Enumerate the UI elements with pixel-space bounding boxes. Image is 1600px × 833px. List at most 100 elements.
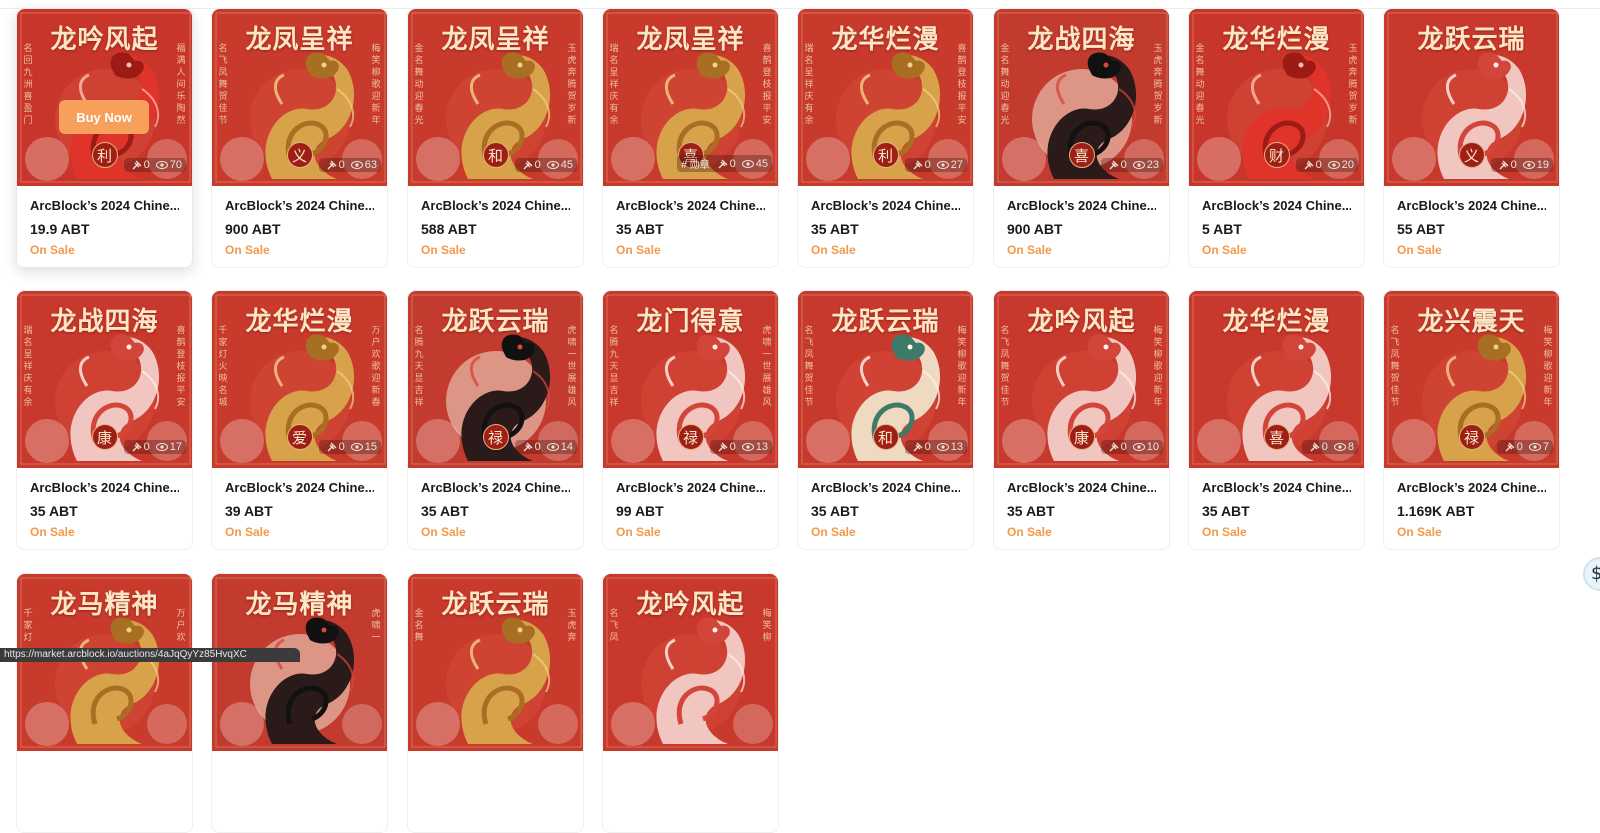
product-thumbnail[interactable]: 龙吟风起 名飞凤 梅笑柳 — [603, 574, 778, 751]
product-name[interactable]: ArcBlock’s 2024 Chine... — [1397, 480, 1546, 495]
product-card[interactable]: 龙跃云瑞 义 0 19 ArcBlock’s 2024 Chine... 55 … — [1383, 8, 1560, 268]
product-name[interactable]: ArcBlock’s 2024 Chine... — [30, 480, 179, 495]
floating-widget[interactable]: $ — [1583, 557, 1600, 591]
product-card[interactable]: 龙马精神 虎啸一 — [211, 573, 388, 833]
product-name[interactable]: ArcBlock’s 2024 Chine... — [1202, 480, 1351, 495]
like-stat[interactable]: 0 — [1304, 159, 1322, 171]
product-thumbnail[interactable]: 龙凤呈祥 金名舞动迎春光 玉虎奔腾贺岁新和 0 45 — [408, 9, 583, 186]
hammer-icon — [718, 159, 728, 168]
product-price: 588 ABT — [421, 221, 477, 237]
product-card[interactable]: 龙门得意 名腾九天显吉祥 虎啸一世展雄风禄 0 13 ArcBlock’s 20… — [602, 290, 779, 550]
product-thumbnail[interactable]: 龙华烂漫 喜 0 8 — [1189, 291, 1364, 468]
like-stat[interactable]: 0 — [1505, 441, 1523, 453]
eye-icon — [546, 443, 559, 451]
product-name[interactable]: ArcBlock’s 2024 Chine... — [30, 198, 179, 213]
fortune-seal: 禄 — [677, 424, 704, 450]
product-thumbnail[interactable]: 龙战四海 金名舞动迎春光 玉虎奔腾贺岁新喜 0 23 — [994, 9, 1169, 186]
product-card[interactable]: 龙吟风起 名回九洲喜盈门 福满人间乐陶然利 0 70 Buy Now ArcBl… — [16, 8, 193, 268]
like-count: 0 — [338, 159, 345, 171]
product-name[interactable]: ArcBlock’s 2024 Chine... — [1397, 198, 1546, 213]
artwork-title: 龙吟风起 — [1027, 307, 1136, 337]
like-stat[interactable]: 0 — [327, 159, 345, 171]
product-thumbnail[interactable]: 龙吟风起 名回九洲喜盈门 福满人间乐陶然利 0 70 Buy Now — [17, 9, 192, 186]
eye-icon — [155, 443, 168, 451]
like-count: 0 — [1315, 159, 1322, 171]
like-stat[interactable]: 0 — [1310, 441, 1328, 453]
like-stat[interactable]: 0 — [1499, 159, 1517, 171]
product-card[interactable]: 龙吟风起 名飞凤舞贺佳节 梅笑柳歌迎新年康 0 10 ArcBlock’s 20… — [993, 290, 1170, 550]
like-stat[interactable]: 0 — [913, 159, 931, 171]
artwork-left-couplet: 金名舞 — [414, 609, 424, 643]
product-card[interactable]: 龙兴震天 名飞凤舞贺佳节 梅笑柳歌迎新年禄 0 7 ArcBlock’s 202… — [1383, 290, 1560, 550]
product-thumbnail[interactable]: 龙跃云瑞 义 0 19 — [1384, 9, 1559, 186]
product-card[interactable]: 龙华烂漫 瑞名呈祥庆有余 喜鹊登枝报平安利 0 27 ArcBlock’s 20… — [797, 8, 974, 268]
product-card[interactable]: 龙战四海 金名舞动迎春光 玉虎奔腾贺岁新喜 0 23 ArcBlock’s 20… — [993, 8, 1170, 268]
product-card[interactable]: 龙华烂漫 金名舞动迎春光 玉虎奔腾贺岁新财 0 20 ArcBlock’s 20… — [1188, 8, 1365, 268]
product-card[interactable]: 龙凤呈祥 瑞名呈祥庆有余 喜鹊登枝报平安喜 # 勋章 0 45 ArcBlock’… — [602, 8, 779, 268]
like-stat[interactable]: 0 — [1109, 441, 1127, 453]
view-stat: 20 — [1327, 159, 1354, 171]
product-thumbnail[interactable]: 龙凤呈祥 名飞凤舞贺佳节 梅笑柳歌迎新年义 0 63 — [212, 9, 387, 186]
view-count: 70 — [169, 159, 182, 171]
product-card[interactable]: 龙跃云瑞 名飞凤舞贺佳节 梅笑柳歌迎新年和 0 13 ArcBlock’s 20… — [797, 290, 974, 550]
product-thumbnail[interactable]: 龙华烂漫 千家灯火映名城 万户欢歌迎新春爱 0 15 — [212, 291, 387, 468]
product-card[interactable]: 龙跃云瑞 名腾九天显吉祥 虎啸一世展雄风禄 0 14 ArcBlock’s 20… — [407, 290, 584, 550]
artwork-right-couplet: 喜鹊登枝报平安 — [176, 326, 186, 408]
product-card[interactable]: 龙凤呈祥 金名舞动迎春光 玉虎奔腾贺岁新和 0 45 ArcBlock’s 20… — [407, 8, 584, 268]
like-stat[interactable]: 0 — [718, 441, 736, 453]
product-thumbnail[interactable]: 龙门得意 名腾九天显吉祥 虎啸一世展雄风禄 0 13 — [603, 291, 778, 468]
buy-now-button[interactable]: Buy Now — [59, 100, 149, 134]
product-card[interactable]: 龙华烂漫 千家灯火映名城 万户欢歌迎新春爱 0 15 ArcBlock’s 20… — [211, 290, 388, 550]
product-thumbnail[interactable]: 龙跃云瑞 金名舞 玉虎奔 — [408, 574, 583, 751]
like-stat[interactable]: 0 — [132, 159, 150, 171]
product-name[interactable]: ArcBlock’s 2024 Chine... — [1007, 480, 1156, 495]
product-thumbnail[interactable]: 龙兴震天 名飞凤舞贺佳节 梅笑柳歌迎新年禄 0 7 — [1384, 291, 1559, 468]
fortune-seal: 喜 — [1068, 142, 1095, 168]
product-thumbnail[interactable]: 龙凤呈祥 瑞名呈祥庆有余 喜鹊登枝报平安喜 # 勋章 0 45 — [603, 9, 778, 186]
product-thumbnail[interactable]: 龙吟风起 名飞凤舞贺佳节 梅笑柳歌迎新年康 0 10 — [994, 291, 1169, 468]
product-name[interactable]: ArcBlock’s 2024 Chine... — [616, 480, 765, 495]
artwork-title: 龙门得意 — [636, 307, 745, 337]
product-card[interactable]: 龙跃云瑞 金名舞 玉虎奔 — [407, 573, 584, 833]
like-stat[interactable]: 0 — [327, 441, 345, 453]
product-name[interactable]: ArcBlock’s 2024 Chine... — [421, 198, 570, 213]
product-name[interactable]: ArcBlock’s 2024 Chine... — [1007, 198, 1156, 213]
like-stat[interactable]: 0 — [523, 159, 541, 171]
card-info: ArcBlock’s 2024 Chine... 588 ABT On Sale — [408, 186, 583, 257]
product-thumbnail[interactable]: 龙战四海 瑞名呈祥庆有余 喜鹊登枝报平安康 0 17 — [17, 291, 192, 468]
product-name[interactable]: ArcBlock’s 2024 Chine... — [225, 480, 374, 495]
product-thumbnail[interactable]: 龙马精神 千家灯 万户欢 — [17, 574, 192, 751]
product-thumbnail[interactable]: 龙跃云瑞 名飞凤舞贺佳节 梅笑柳歌迎新年和 0 13 — [798, 291, 973, 468]
product-name[interactable]: ArcBlock’s 2024 Chine... — [616, 198, 765, 213]
product-card[interactable]: 龙战四海 瑞名呈祥庆有余 喜鹊登枝报平安康 0 17 ArcBlock’s 20… — [16, 290, 193, 550]
like-stat[interactable]: 0 — [718, 158, 736, 170]
product-card[interactable]: 龙华烂漫 喜 0 8 ArcBlock’s 2024 Chine... 35 A… — [1188, 290, 1365, 550]
fortune-seal: 利 — [91, 142, 118, 168]
product-name[interactable]: ArcBlock’s 2024 Chine... — [811, 198, 960, 213]
product-thumbnail[interactable]: 龙华烂漫 瑞名呈祥庆有余 喜鹊登枝报平安利 0 27 — [798, 9, 973, 186]
view-count: 45 — [560, 159, 573, 171]
like-stat[interactable]: 0 — [1109, 159, 1127, 171]
product-price: 1.169K ABT — [1397, 503, 1475, 519]
card-stats: # 勋章 0 45 — [677, 155, 772, 172]
like-stat[interactable]: 0 — [523, 441, 541, 453]
view-count: 19 — [1536, 159, 1549, 171]
product-name[interactable]: ArcBlock’s 2024 Chine... — [225, 198, 374, 213]
like-stat[interactable]: 0 — [913, 441, 931, 453]
product-name[interactable]: ArcBlock’s 2024 Chine... — [1202, 198, 1351, 213]
product-thumbnail[interactable]: 龙华烂漫 金名舞动迎春光 玉虎奔腾贺岁新财 0 20 — [1189, 9, 1364, 186]
badge-tag: # 勋章 — [681, 160, 710, 171]
product-price: 99 ABT — [616, 503, 664, 519]
artwork-left-couplet: 名飞凤 — [609, 609, 619, 643]
product-card[interactable]: 龙凤呈祥 名飞凤舞贺佳节 梅笑柳歌迎新年义 0 63 ArcBlock’s 20… — [211, 8, 388, 268]
view-stat: 27 — [936, 159, 963, 171]
fortune-seal: 利 — [872, 142, 899, 168]
product-thumbnail[interactable]: 龙跃云瑞 名腾九天显吉祥 虎啸一世展雄风禄 0 14 — [408, 291, 583, 468]
product-name[interactable]: ArcBlock’s 2024 Chine... — [421, 480, 570, 495]
like-stat[interactable]: 0 — [132, 441, 150, 453]
product-card[interactable]: 龙吟风起 名飞凤 梅笑柳 — [602, 573, 779, 833]
sale-status: On Sale — [30, 525, 75, 539]
product-name[interactable]: ArcBlock’s 2024 Chine... — [811, 480, 960, 495]
product-thumbnail[interactable]: 龙马精神 虎啸一 — [212, 574, 387, 751]
product-card[interactable]: 龙马精神 千家灯 万户欢 — [16, 573, 193, 833]
